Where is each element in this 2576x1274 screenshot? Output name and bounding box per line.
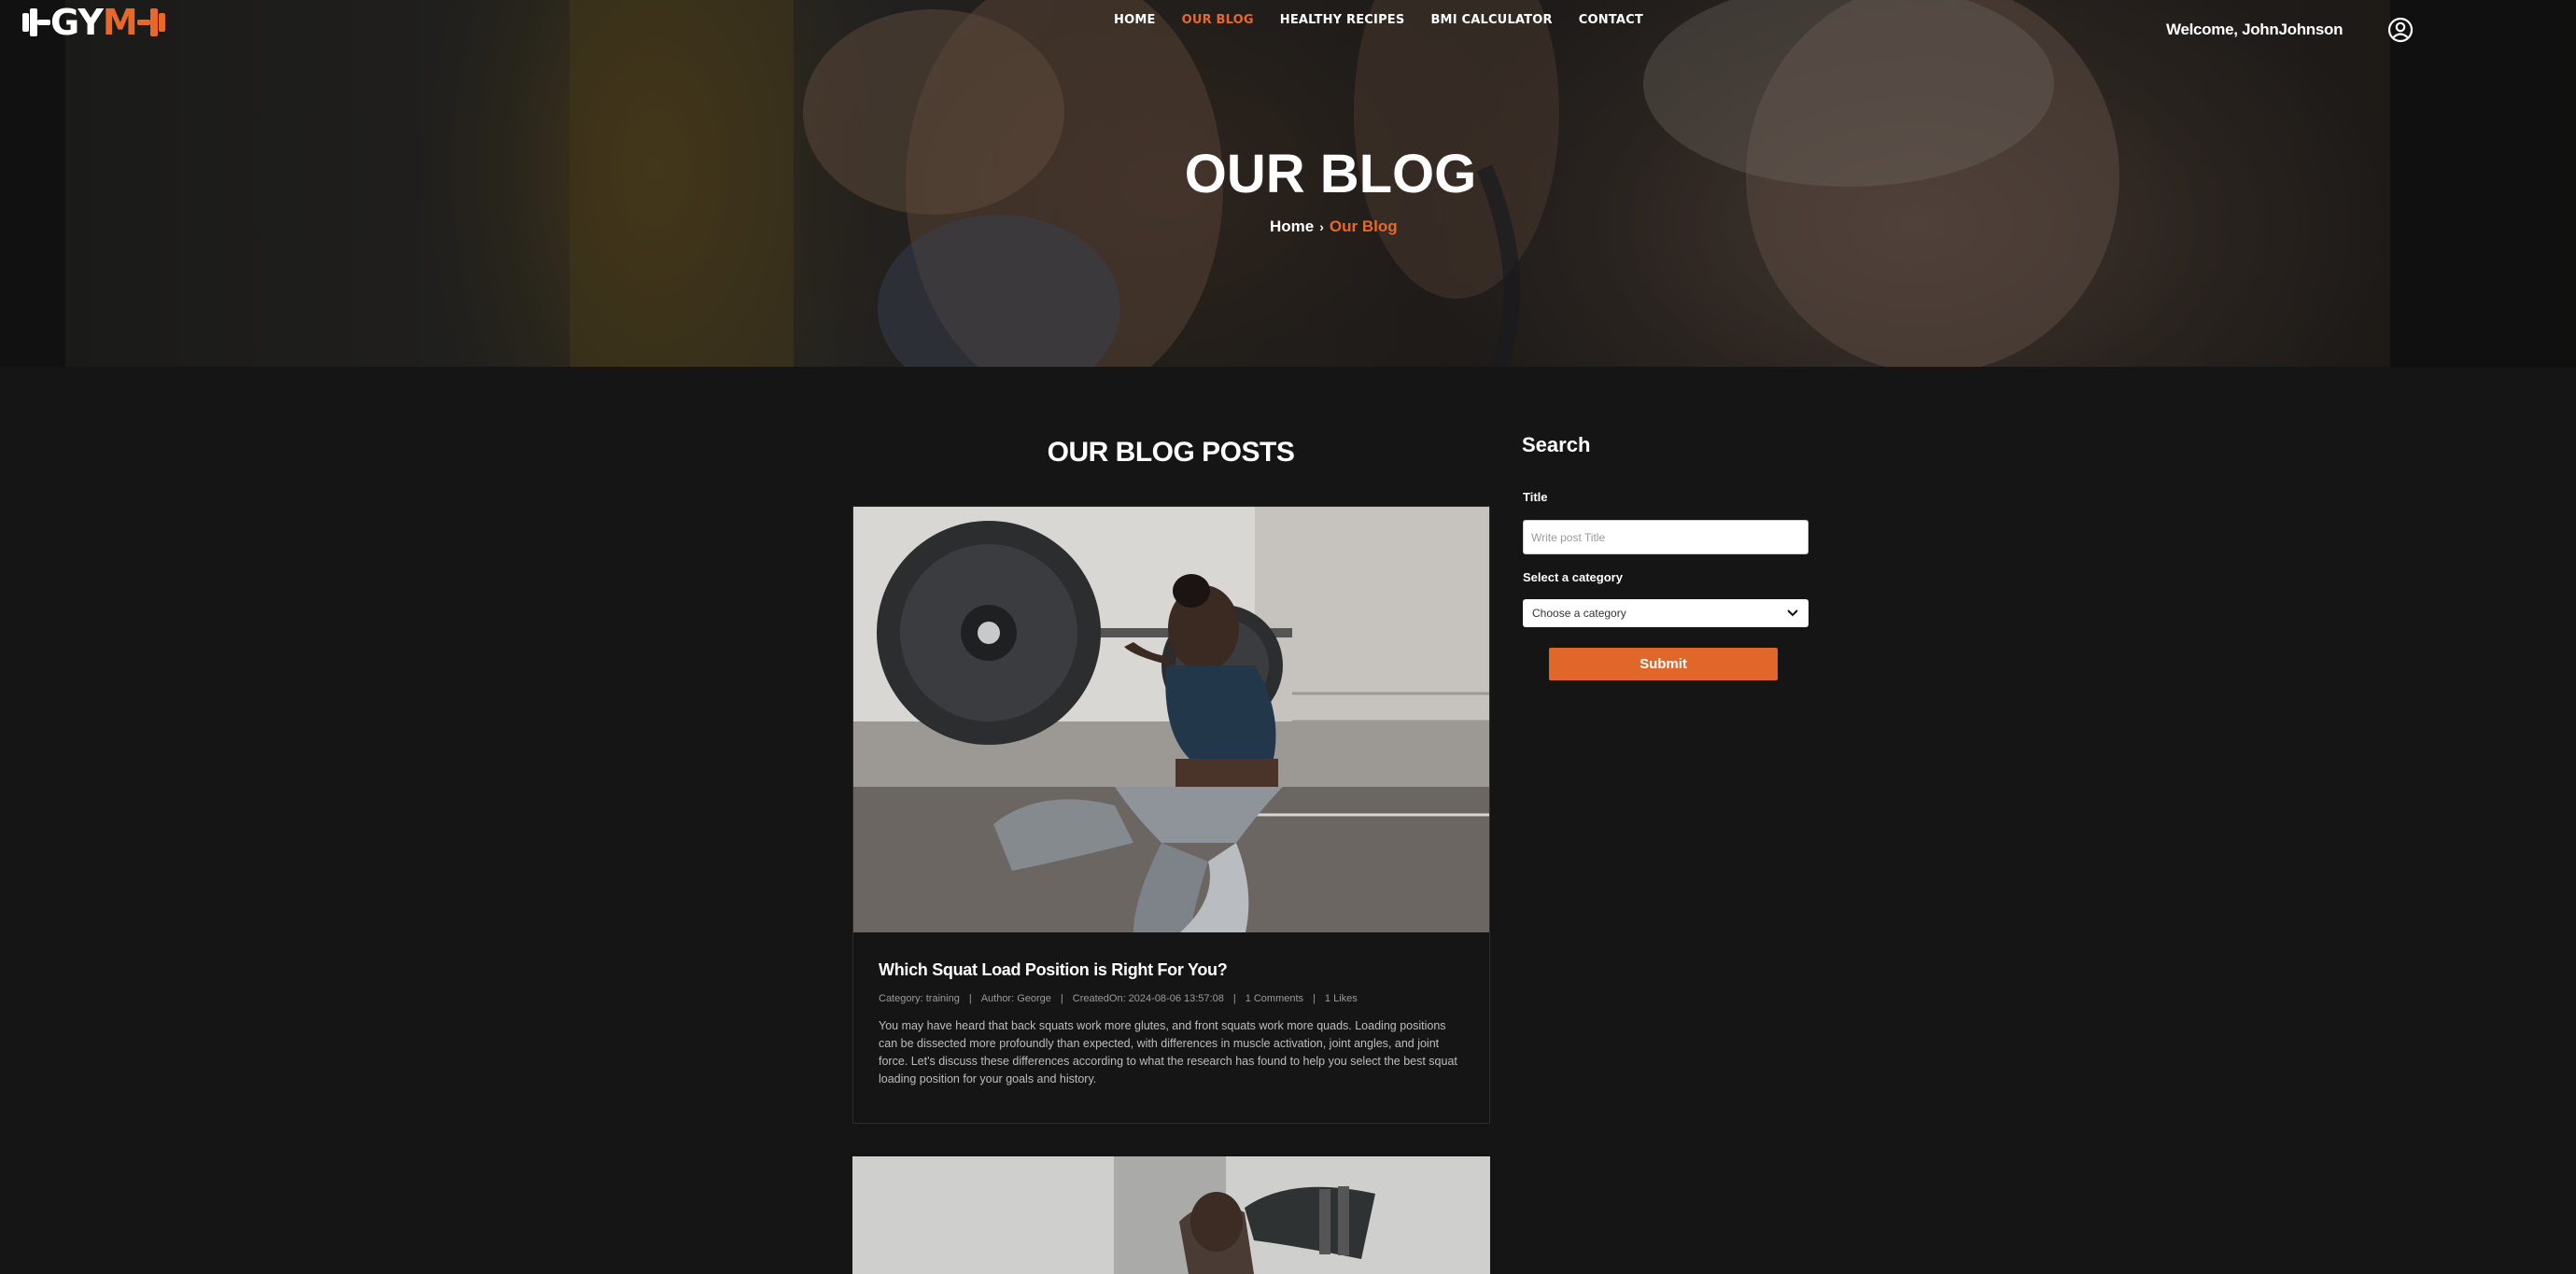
nav-our-blog[interactable]: OUR BLOG [1182, 13, 1254, 27]
nav-home[interactable]: HOME [1114, 13, 1156, 27]
user-circle-icon[interactable] [2387, 17, 2414, 43]
meta-author: Author: George [980, 993, 1051, 1004]
nav-bmi-calculator[interactable]: BMI CALCULATOR [1430, 13, 1552, 27]
title-label: Title [1523, 490, 1548, 504]
nav-healthy-recipes[interactable]: HEALTHY RECIPES [1280, 13, 1405, 27]
gym-logo[interactable]: GY M [22, 2, 165, 43]
blog-post-card[interactable]: Which Squat Load Position is Right For Y… [852, 506, 1490, 1124]
blog-post-body: Which Squat Load Position is Right For Y… [879, 960, 1467, 1088]
logo-text-white: GY [50, 2, 104, 43]
blog-post-image[interactable] [853, 507, 1489, 932]
category-select[interactable]: Choose a category [1523, 599, 1809, 627]
submit-button[interactable]: Submit [1549, 648, 1778, 680]
breadcrumb-separator: › [1319, 219, 1324, 234]
main-nav: HOME OUR BLOG HEALTHY RECIPES BMI CALCUL… [1114, 13, 1643, 27]
category-select-value: Choose a category [1532, 607, 1626, 620]
category-label: Select a category [1523, 570, 1623, 584]
meta-comments: 1 Comments [1245, 993, 1304, 1004]
nav-contact[interactable]: CONTACT [1579, 13, 1643, 27]
breadcrumb-current: Our Blog [1329, 217, 1398, 235]
blog-post-meta: Category: training | Author: George | Create… [879, 993, 1358, 1004]
post-title-input[interactable] [1523, 520, 1809, 554]
search-heading: Search [1522, 433, 1591, 456]
blog-post-excerpt: You may have heard that back squats work… [879, 1019, 1457, 1085]
chevron-down-icon [1787, 609, 1798, 617]
squat-photo [853, 507, 1489, 932]
dumbbell-left-icon [22, 6, 50, 39]
breadcrumb-home[interactable]: Home [1270, 217, 1314, 235]
welcome-text: Welcome, JohnJohnson [2166, 21, 2344, 38]
meta-likes: 1 Likes [1324, 993, 1358, 1004]
dumbbell-right-icon [136, 6, 165, 39]
blog-post-image-2 [852, 1156, 1490, 1274]
blog-post-card-2[interactable] [852, 1156, 1490, 1274]
logo-text-orange: M [102, 2, 138, 43]
breadcrumb: Home › Our Blog [1270, 217, 1398, 236]
page-title: OUR BLOG [1184, 144, 1477, 204]
blog-post-title[interactable]: Which Squat Load Position is Right For Y… [879, 960, 1467, 980]
meta-created: CreatedOn: 2024-08-06 13:57:08 [1072, 993, 1224, 1004]
section-title: OUR BLOG POSTS [1047, 437, 1295, 468]
meta-category: Category: training [879, 993, 960, 1004]
